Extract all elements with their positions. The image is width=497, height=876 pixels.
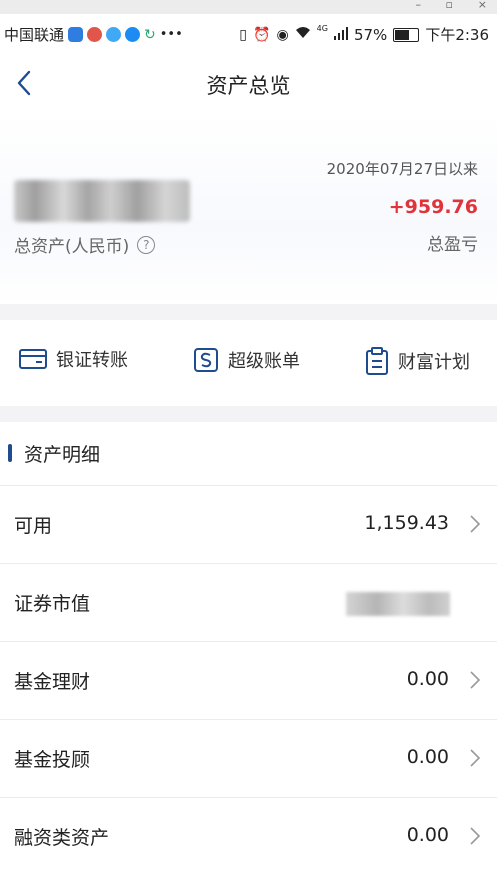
bank-transfer-button[interactable]: 银证转账 <box>18 346 128 372</box>
more-notifications-icon: ••• <box>159 27 183 42</box>
status-right: ▯ ⏰ ◉ 4G 57% 下午2:36 <box>239 24 489 45</box>
help-icon[interactable]: ? <box>137 235 156 254</box>
chevron-right-icon <box>470 671 481 689</box>
asset-row-securities[interactable]: 证券市值 <box>0 563 497 642</box>
window-control-bar: – ▫ × <box>0 0 497 14</box>
shield-app-icon <box>68 27 84 42</box>
total-assets-label: 总资产(人民币) ? <box>14 232 156 257</box>
page-title: 资产总览 <box>206 74 291 98</box>
carrier-name: 中国联通 <box>4 26 65 44</box>
section-title: 资产明细 <box>24 444 101 466</box>
asset-row-label: 融资类资产 <box>14 827 110 849</box>
asset-row-available[interactable]: 可用 1,159.43 <box>0 485 497 564</box>
quick-actions-bar: 银证转账 超级账单 财富计划 <box>0 320 497 406</box>
status-bar: 中国联通 ↻ ••• ▯ ⏰ ◉ 4G 57% 下午2:36 <box>0 14 497 54</box>
asset-row-value: 0.00 <box>406 746 449 768</box>
battery-percent: 57% <box>353 25 388 44</box>
total-assets-label-text: 总资产(人民币) <box>14 237 130 257</box>
section-accent-bar <box>8 444 12 462</box>
eye-icon: ◉ <box>276 26 289 43</box>
asset-row-label: 可用 <box>14 515 53 537</box>
bill-icon <box>194 348 218 372</box>
since-date-label: 2020年07月27日以来 <box>326 160 478 178</box>
total-assets-value-blurred <box>14 180 190 222</box>
status-left: 中国联通 ↻ ••• <box>4 24 183 45</box>
asset-row-label: 证券市值 <box>14 593 91 615</box>
super-bill-button[interactable]: 超级账单 <box>192 346 300 374</box>
battery-icon <box>393 27 420 42</box>
maximize-icon[interactable]: ▫ <box>446 0 453 11</box>
super-bill-label: 超级账单 <box>228 351 300 372</box>
asset-details-header: 资产明细 <box>0 422 497 484</box>
clipboard-icon <box>366 347 388 375</box>
close-icon[interactable]: × <box>478 0 487 11</box>
asset-row-margin-assets[interactable]: 融资类资产 0.00 <box>0 797 497 876</box>
card-icon <box>19 349 47 369</box>
minimize-icon[interactable]: – <box>416 0 422 11</box>
cloud-app-icon <box>106 27 122 42</box>
asset-row-fund-finance[interactable]: 基金理财 0.00 <box>0 641 497 720</box>
vibrate-icon: ▯ <box>239 26 248 43</box>
section-divider <box>0 304 497 320</box>
bank-transfer-label: 银证转账 <box>56 350 128 371</box>
weibo-app-icon <box>87 27 103 42</box>
chevron-right-icon <box>470 749 481 767</box>
asset-row-fund-advisory[interactable]: 基金投顾 0.00 <box>0 719 497 798</box>
total-profit-label: 总盈亏 <box>427 235 478 255</box>
network-type: 4G <box>316 24 328 33</box>
chevron-right-icon <box>470 515 481 533</box>
securities-value-blurred <box>346 592 450 616</box>
asset-row-label: 基金理财 <box>14 671 91 693</box>
signal-icon <box>333 26 348 44</box>
wealth-plan-label: 财富计划 <box>398 352 470 373</box>
chevron-right-icon <box>470 827 481 845</box>
asset-row-label: 基金投顾 <box>14 749 91 771</box>
wealth-plan-button[interactable]: 财富计划 <box>364 346 470 376</box>
asset-row-value: 0.00 <box>406 668 449 690</box>
asset-row-value: 0.00 <box>406 824 449 846</box>
section-divider <box>0 406 497 422</box>
zhihu-app-icon <box>125 27 141 42</box>
total-profit-value: +959.76 <box>388 196 478 218</box>
alarm-icon: ⏰ <box>253 26 271 43</box>
clock-time: 下午2:36 <box>425 26 489 44</box>
nav-bar: 资产总览 <box>0 54 497 114</box>
wifi-icon <box>295 26 311 43</box>
refresh-app-icon: ↻ <box>144 26 156 43</box>
asset-row-value: 1,159.43 <box>364 512 449 534</box>
